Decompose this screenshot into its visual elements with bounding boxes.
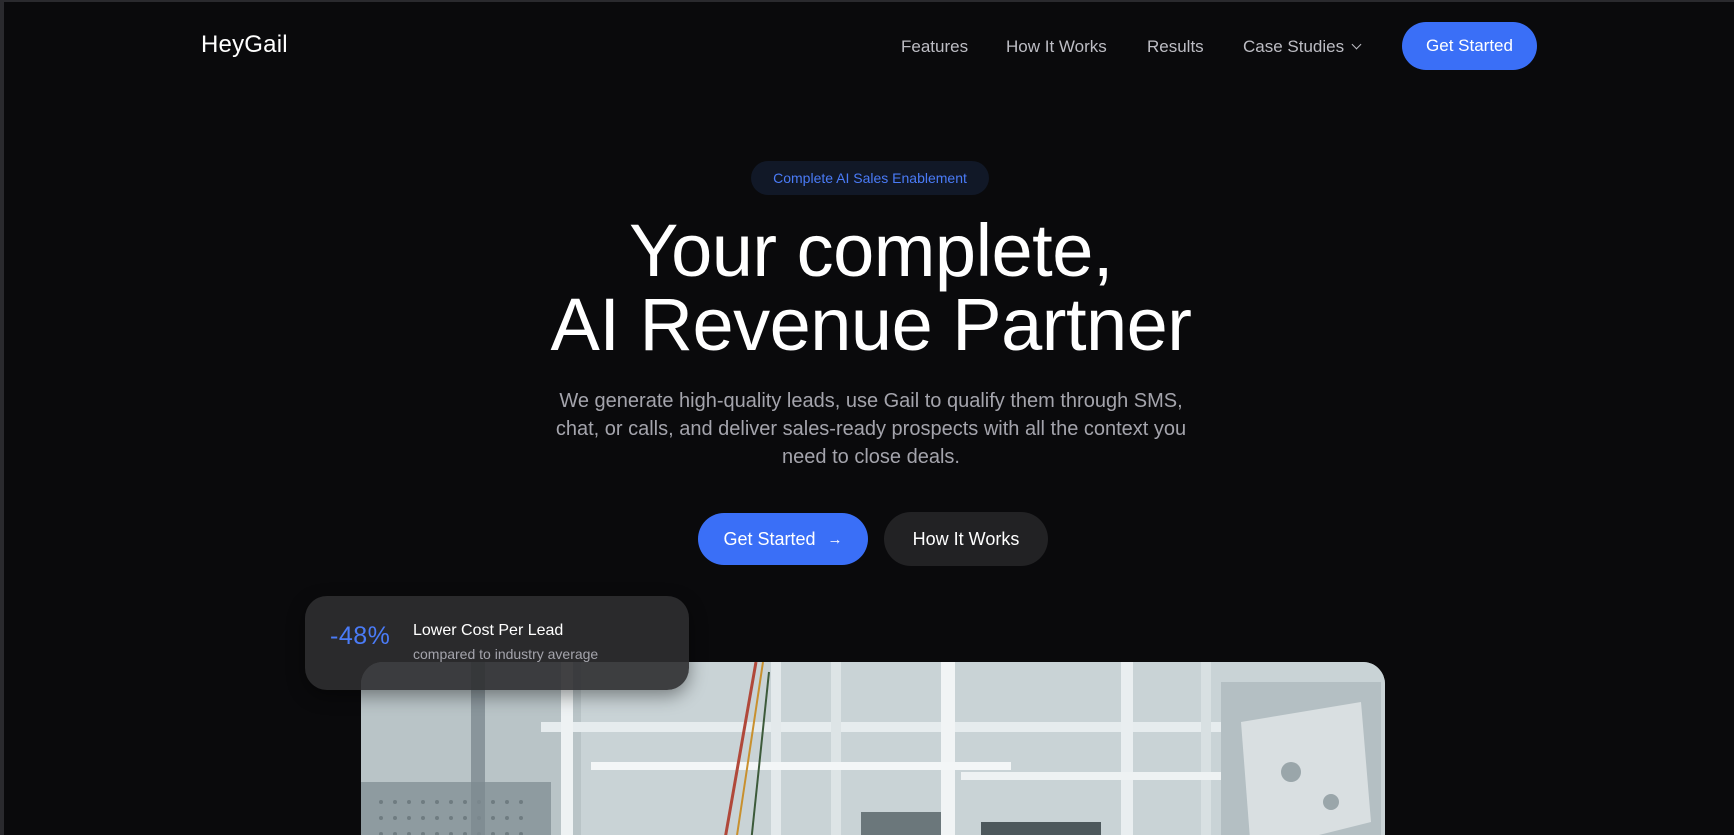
hero-headline: Your complete, AI Revenue Partner [4, 214, 1734, 362]
nav-link-results[interactable]: Results [1147, 37, 1204, 57]
nav-get-started-button[interactable]: Get Started [1402, 22, 1537, 70]
page: HeyGail Features How It Works Results Ca… [0, 0, 1734, 835]
get-started-button[interactable]: Get Started → [698, 513, 868, 565]
hero-badge: Complete AI Sales Enablement [751, 161, 989, 195]
nav-link-case-studies-label: Case Studies [1243, 37, 1345, 56]
stat-card: -48% Lower Cost Per Lead compared to ind… [305, 596, 689, 690]
how-it-works-button[interactable]: How It Works [884, 512, 1048, 566]
stat-title: Lower Cost Per Lead [413, 622, 564, 639]
headline-line-2: AI Revenue Partner [550, 283, 1192, 366]
get-started-label: Get Started [723, 528, 816, 549]
hero-subtext: We generate high-quality leads, use Gail… [555, 390, 1187, 468]
nav-link-how-it-works[interactable]: How It Works [1006, 37, 1107, 57]
stat-value: -48% [330, 622, 391, 650]
chevron-down-icon [1351, 39, 1362, 50]
nav-link-features[interactable]: Features [901, 37, 968, 57]
headline-line-1: Your complete, [629, 209, 1113, 292]
arrow-right-icon: → [827, 530, 843, 548]
stat-subtitle: compared to industry average [413, 646, 599, 662]
nav-link-case-studies[interactable]: Case Studies [1243, 37, 1362, 57]
top-nav: HeyGail Features How It Works Results Ca… [4, 2, 1734, 94]
